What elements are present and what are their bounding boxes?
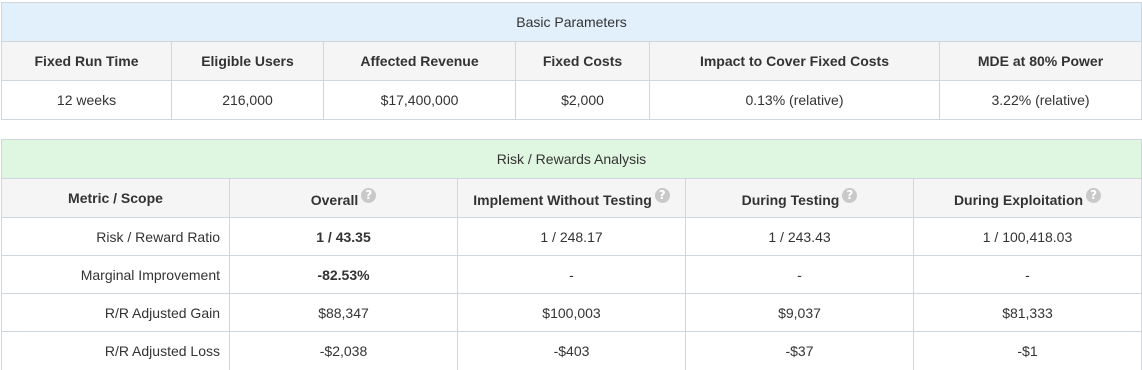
exploitation-value: 1 / 100,418.03 <box>913 217 1142 256</box>
help-icon[interactable]: ? <box>1086 188 1102 203</box>
header-during-testing-label: During Testing <box>741 192 840 208</box>
value-fixed-costs: $2,000 <box>515 80 650 120</box>
exploitation-value: - <box>913 255 1142 294</box>
risk-rewards-table: Risk / Rewards Analysis Metric / Scope O… <box>1 139 1142 370</box>
header-overall: Overall? <box>229 178 458 218</box>
implement-value: - <box>457 255 686 294</box>
header-eligible-users: Eligible Users <box>171 41 324 81</box>
overall-value: -82.53% <box>229 255 458 294</box>
implement-value: -$403 <box>457 331 686 370</box>
header-mde-at-80-power: MDE at 80% Power <box>938 41 1142 81</box>
testing-value: - <box>685 255 914 294</box>
header-fixed-costs: Fixed Costs <box>515 41 650 81</box>
table-row: Marginal Improvement -82.53% - - - <box>1 255 1142 294</box>
metric-label: R/R Adjusted Loss <box>1 331 230 370</box>
header-metric-scope-label: Metric / Scope <box>68 190 163 206</box>
help-icon[interactable]: ? <box>361 188 377 203</box>
risk-rewards-title: Risk / Rewards Analysis <box>1 139 1142 179</box>
basic-parameters-title: Basic Parameters <box>0 2 1142 42</box>
help-icon[interactable]: ? <box>654 188 670 203</box>
metric-label: Risk / Reward Ratio <box>1 217 230 256</box>
testing-value: $9,037 <box>685 293 914 332</box>
header-fixed-run-time: Fixed Run Time <box>1 41 172 81</box>
implement-value: 1 / 248.17 <box>457 217 686 256</box>
metric-label: Marginal Improvement <box>1 255 230 294</box>
header-implement-without-testing: Implement Without Testing? <box>457 178 686 218</box>
header-metric-scope: Metric / Scope <box>1 178 230 218</box>
overall-value: $88,347 <box>229 293 458 332</box>
table-row: R/R Adjusted Loss -$2,038 -$403 -$37 -$1 <box>1 331 1142 370</box>
value-affected-revenue: $17,400,000 <box>323 80 516 120</box>
table-row: R/R Adjusted Gain $88,347 $100,003 $9,03… <box>1 293 1142 332</box>
exploitation-value: -$1 <box>913 331 1142 370</box>
header-impact-to-cover-fixed-costs: Impact to Cover Fixed Costs <box>649 41 940 81</box>
help-icon[interactable]: ? <box>842 188 858 203</box>
overall-value: 1 / 43.35 <box>229 217 458 256</box>
header-during-exploitation: During Exploitation? <box>913 178 1142 218</box>
header-during-testing: During Testing? <box>685 178 914 218</box>
header-implement-without-testing-label: Implement Without Testing <box>473 192 652 208</box>
testing-value: 1 / 243.43 <box>685 217 914 256</box>
value-eligible-users: 216,000 <box>171 80 324 120</box>
header-overall-label: Overall <box>310 192 359 208</box>
implement-value: $100,003 <box>457 293 686 332</box>
metric-label: R/R Adjusted Gain <box>1 293 230 332</box>
table-row: Risk / Reward Ratio 1 / 43.35 1 / 248.17… <box>1 217 1142 256</box>
exploitation-value: $81,333 <box>913 293 1142 332</box>
header-affected-revenue: Affected Revenue <box>323 41 516 81</box>
basic-parameters-table: Basic Parameters Fixed Run Time Eligible… <box>0 2 1142 120</box>
overall-value: -$2,038 <box>229 331 458 370</box>
header-during-exploitation-label: During Exploitation <box>953 192 1084 208</box>
value-mde-at-80-power: 3.22% (relative) <box>938 80 1142 120</box>
value-fixed-run-time: 12 weeks <box>1 80 172 120</box>
value-impact-to-cover-fixed-costs: 0.13% (relative) <box>649 80 940 120</box>
testing-value: -$37 <box>685 331 914 370</box>
